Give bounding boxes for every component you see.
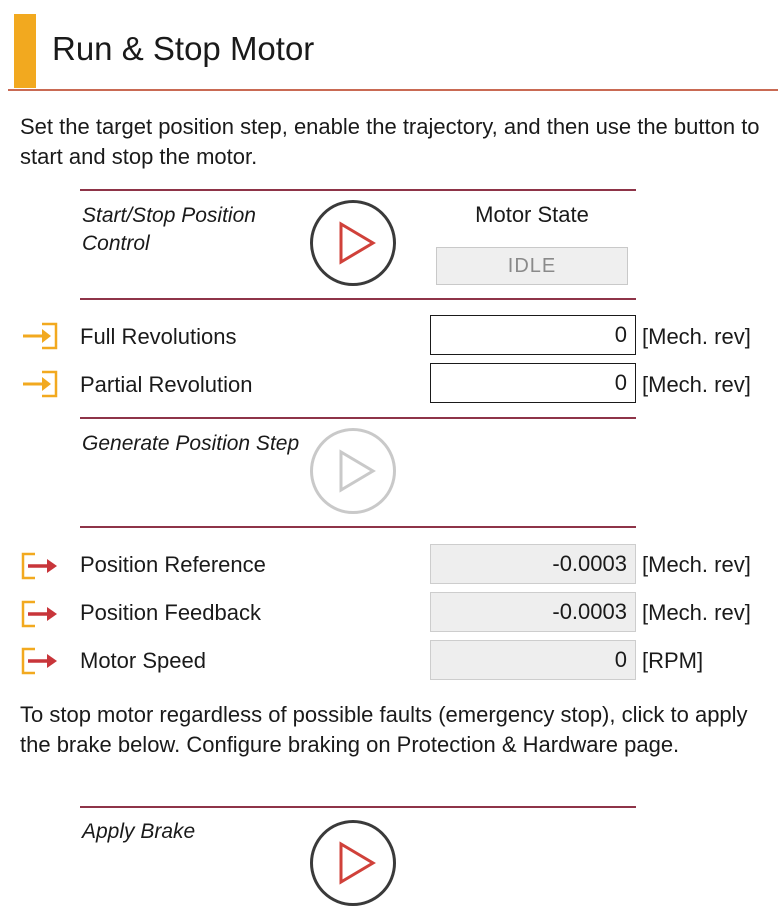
- motor-speed-label: Motor Speed: [80, 648, 206, 673]
- play-icon: [339, 841, 376, 885]
- position-feedback-label: Position Feedback: [80, 600, 261, 625]
- position-feedback-value: -0.0003: [430, 592, 636, 632]
- partial-revolution-unit: [Mech. rev]: [642, 372, 751, 397]
- page-title: Run & Stop Motor: [52, 30, 315, 67]
- section-divider: [80, 298, 636, 300]
- intro-text: Set the target position step, enable the…: [20, 114, 760, 169]
- brake-info-text: To stop motor regardless of possible fau…: [20, 702, 748, 757]
- motor-speed-value: 0: [430, 640, 636, 680]
- motor-speed-unit: [RPM]: [642, 648, 704, 673]
- motor-state-label: Motor State: [475, 202, 589, 227]
- section-divider: [80, 417, 636, 419]
- output-arrow-icon: [20, 645, 60, 677]
- partial-revolution-input[interactable]: 0: [430, 363, 636, 403]
- input-arrow-icon: [20, 368, 60, 400]
- generate-step-button[interactable]: [310, 428, 396, 514]
- title-divider: [8, 89, 778, 91]
- play-icon: [339, 449, 376, 493]
- full-revolutions-input[interactable]: 0: [430, 315, 636, 355]
- start-stop-button[interactable]: [310, 200, 396, 286]
- full-revolutions-label: Full Revolutions: [80, 324, 237, 349]
- motor-state-indicator: IDLE: [436, 247, 628, 285]
- position-reference-value: -0.0003: [430, 544, 636, 584]
- section-divider: [80, 189, 636, 191]
- output-arrow-icon: [20, 550, 60, 582]
- section-divider: [80, 526, 636, 528]
- title-accent-bar: [14, 14, 36, 88]
- play-icon: [339, 221, 376, 265]
- full-revolutions-unit: [Mech. rev]: [642, 324, 751, 349]
- position-reference-label: Position Reference: [80, 552, 266, 577]
- partial-revolution-label: Partial Revolution: [80, 372, 253, 397]
- apply-brake-label: Apply Brake: [82, 820, 196, 843]
- output-arrow-icon: [20, 598, 60, 630]
- section-divider: [80, 806, 636, 808]
- generate-step-label: Generate Position Step: [82, 432, 300, 455]
- apply-brake-button[interactable]: [310, 820, 396, 906]
- position-feedback-unit: [Mech. rev]: [642, 600, 751, 625]
- input-arrow-icon: [20, 320, 60, 352]
- start-stop-label: Start/Stop Position Control: [82, 204, 256, 255]
- position-reference-unit: [Mech. rev]: [642, 552, 751, 577]
